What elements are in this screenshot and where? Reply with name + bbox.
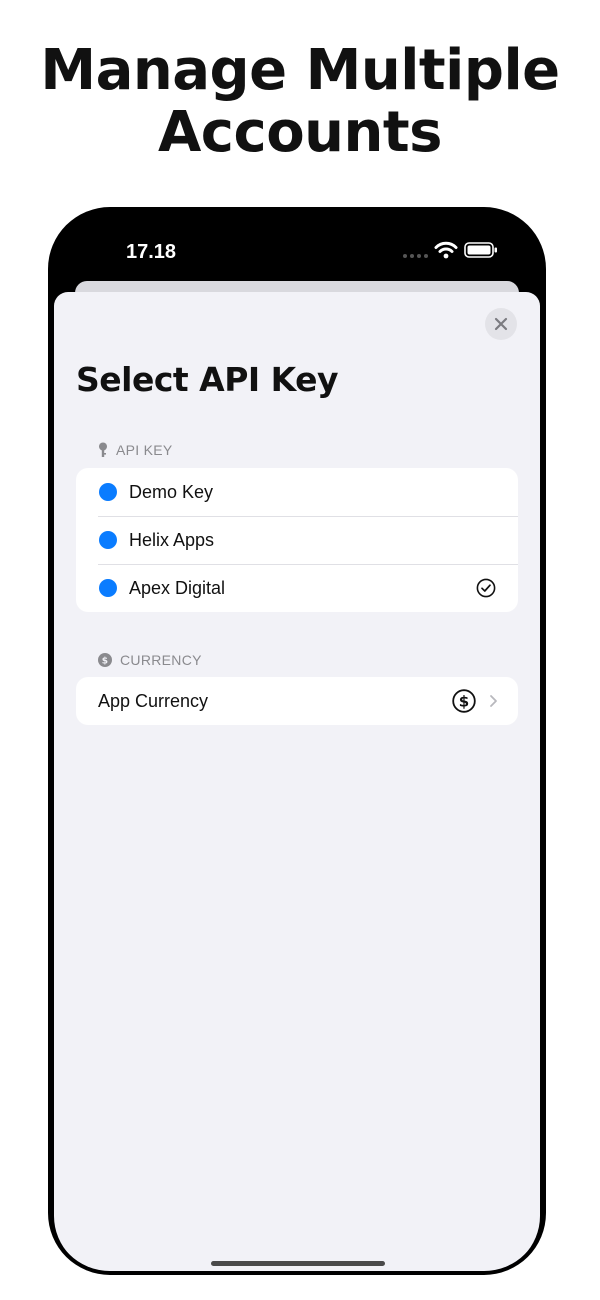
close-icon xyxy=(494,317,508,331)
currency-list: App Currency $ xyxy=(76,677,518,725)
key-color-dot xyxy=(99,483,117,501)
chevron-right-icon xyxy=(490,695,497,707)
key-icon xyxy=(98,442,108,458)
promo-title-line-2: Accounts xyxy=(157,100,443,165)
key-color-dot xyxy=(99,531,117,549)
dollar-circle-icon: $ xyxy=(98,653,112,667)
close-button[interactable] xyxy=(485,308,517,340)
promo-title: Manage Multiple Accounts xyxy=(0,40,600,164)
select-api-key-sheet: Select API Key API KEY Demo Key Helix Ap… xyxy=(54,292,540,1271)
dollar-icon: $ xyxy=(452,689,476,713)
list-item-demo-key[interactable]: Demo Key xyxy=(76,468,518,516)
currency-section-header: $ CURRENCY xyxy=(98,652,202,668)
svg-text:$: $ xyxy=(459,693,469,711)
battery-icon xyxy=(464,242,497,258)
page-title: Select API Key xyxy=(76,360,339,399)
currency-header-label: CURRENCY xyxy=(120,652,202,668)
list-item-label: Demo Key xyxy=(129,481,214,502)
svg-text:$: $ xyxy=(102,657,109,667)
app-currency-label: App Currency xyxy=(98,690,209,711)
signal-icon xyxy=(403,254,428,258)
list-item-apex-digital[interactable]: Apex Digital xyxy=(76,564,518,612)
phone-screen: 17.18 Select API Key API KEY Demo Key He… xyxy=(52,211,542,1271)
app-currency-row[interactable]: App Currency $ xyxy=(76,677,518,725)
checkmark-circle-icon xyxy=(476,578,496,598)
api-key-list: Demo Key Helix Apps Apex Digital xyxy=(76,468,518,612)
api-key-header-label: API KEY xyxy=(116,442,173,458)
api-key-section-header: API KEY xyxy=(98,442,173,458)
list-item-helix-apps[interactable]: Helix Apps xyxy=(76,516,518,564)
wifi-icon xyxy=(434,241,458,259)
status-time: 17.18 xyxy=(126,241,177,263)
list-item-label: Apex Digital xyxy=(129,577,226,598)
key-color-dot xyxy=(99,579,117,597)
list-item-label: Helix Apps xyxy=(129,529,215,550)
home-indicator xyxy=(211,1261,385,1266)
promo-title-line-1: Manage Multiple xyxy=(40,38,560,103)
phone-frame: 17.18 Select API Key API KEY Demo Key He… xyxy=(48,207,546,1275)
